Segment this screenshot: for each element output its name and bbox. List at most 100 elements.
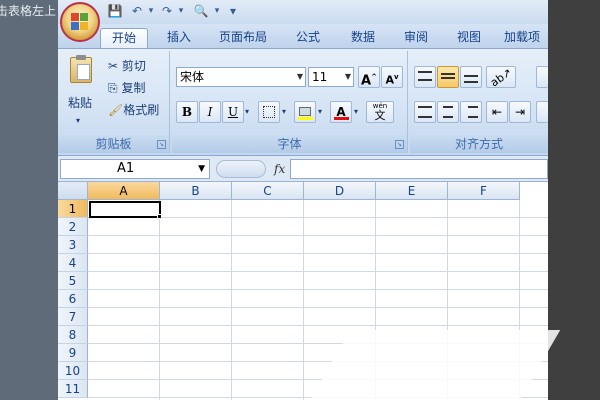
border-icon [263, 106, 275, 118]
gridline-vertical [159, 200, 160, 400]
merge-center-button[interactable] [536, 101, 548, 123]
align-bottom-icon [464, 75, 478, 83]
bold-button[interactable]: B [176, 101, 198, 123]
scissors-icon: ✂ [108, 59, 119, 73]
format-painter-label: 格式刷 [123, 103, 160, 117]
clipboard-group: 粘贴 ▾ ✂ 剪切 ⎘ 复制 🖌格式刷 剪贴板 ↘ [58, 51, 170, 153]
grow-font-button[interactable]: A^ [358, 66, 380, 88]
font-color-swatch [334, 117, 349, 120]
font-size-combo[interactable]: 11 ▼ [308, 67, 354, 87]
font-name-combo[interactable]: 宋体 ▼ [176, 67, 306, 87]
clipboard-group-label: 剪贴板 [58, 135, 169, 153]
align-left-button[interactable] [414, 101, 436, 123]
align-center-icon [443, 106, 453, 118]
align-right-icon [468, 106, 478, 118]
save-icon[interactable]: 💾 [106, 3, 124, 20]
shrink-font-button[interactable]: Av [381, 66, 403, 88]
phonetic-button[interactable]: wén 文 [366, 101, 394, 123]
align-left-icon [418, 106, 432, 118]
ribbon-tabs: 开始 插入 页面布局 公式 数据 审阅 视图 加载项 [58, 24, 548, 48]
tab-7[interactable]: 加载项 [498, 28, 546, 48]
insert-function-icon[interactable]: fx [274, 162, 285, 176]
column-header-b[interactable]: B [160, 182, 232, 200]
increase-indent-button[interactable]: ⇥ [509, 101, 531, 123]
fill-dropdown-icon[interactable]: ▾ [318, 102, 322, 122]
row-header-2[interactable]: 2 [58, 218, 88, 236]
format-painter-button[interactable]: 🖌格式刷 [108, 100, 159, 120]
active-cell-a1[interactable] [89, 201, 161, 218]
tab-5[interactable]: 审阅 [394, 28, 438, 48]
chevron-down-icon: ▼ [296, 72, 303, 81]
row-header-11[interactable]: 11 [58, 380, 88, 398]
tab-2[interactable]: 页面布局 [208, 28, 278, 48]
decrease-indent-button[interactable]: ⇤ [486, 101, 508, 123]
cell-reference: A1 [117, 161, 135, 176]
italic-button[interactable]: I [199, 101, 221, 123]
row-header-10[interactable]: 10 [58, 362, 88, 380]
cut-button[interactable]: ✂ 剪切 [108, 56, 146, 76]
align-bottom-button[interactable] [460, 66, 482, 88]
formula-bar: A1 ▼ fx [58, 156, 548, 182]
tab-6[interactable]: 视图 [446, 28, 492, 48]
tab-3[interactable]: 公式 [284, 28, 332, 48]
row-header-7[interactable]: 7 [58, 308, 88, 326]
row-header-6[interactable]: 6 [58, 290, 88, 308]
fill-handle[interactable] [157, 214, 162, 219]
clipboard-launcher-icon[interactable]: ↘ [157, 140, 166, 149]
align-right-button[interactable] [460, 101, 482, 123]
background-right [548, 0, 600, 400]
row-header-9[interactable]: 9 [58, 344, 88, 362]
wrap-text-button[interactable] [536, 66, 548, 88]
brush-icon: 🖌 [108, 103, 124, 117]
shrink-font-label: A [385, 73, 394, 87]
row-header-1[interactable]: 1 [58, 200, 88, 218]
column-header-d[interactable]: D [304, 182, 376, 200]
customize-qat-icon[interactable]: ▾ [224, 3, 242, 20]
column-header-a[interactable]: A [88, 182, 160, 200]
formula-input[interactable] [290, 159, 548, 179]
column-header-c[interactable]: C [232, 182, 304, 200]
font-size-value: 11 [312, 70, 328, 84]
chevron-down-icon: ▼ [344, 72, 351, 81]
gridline-horizontal [88, 325, 548, 326]
row-header-3[interactable]: 3 [58, 236, 88, 254]
formula-splitter[interactable] [216, 160, 266, 178]
font-color-button[interactable]: A [330, 101, 352, 123]
border-dropdown-icon[interactable]: ▾ [282, 102, 286, 122]
align-center-button[interactable] [437, 101, 459, 123]
office-button[interactable] [60, 2, 100, 42]
orientation-button[interactable]: ab↗ [486, 66, 516, 89]
tab-0[interactable]: 开始 [100, 28, 148, 48]
paste-dropdown-icon[interactable]: ▾ [76, 111, 80, 131]
orientation-icon: ab↗ [487, 65, 514, 90]
tab-4[interactable]: 数据 [338, 28, 388, 48]
gridline-horizontal [88, 307, 548, 308]
watermark-overlay [309, 330, 561, 400]
align-middle-icon [441, 73, 455, 79]
font-name-value: 宋体 [180, 70, 205, 84]
border-button[interactable] [258, 101, 280, 123]
column-header-e[interactable]: E [376, 182, 448, 200]
row-header-4[interactable]: 4 [58, 254, 88, 272]
fill-color-button[interactable] [294, 101, 316, 123]
align-middle-button[interactable] [437, 66, 459, 88]
cut-label: 剪切 [121, 59, 146, 73]
select-all-corner[interactable] [58, 182, 88, 200]
copy-button[interactable]: ⎘ 复制 [108, 78, 145, 98]
tab-1[interactable]: 插入 [156, 28, 202, 48]
row-header-8[interactable]: 8 [58, 326, 88, 344]
redo-dropdown-icon[interactable]: ▾ [172, 3, 190, 20]
font-launcher-icon[interactable]: ↘ [395, 140, 404, 149]
paste-button[interactable]: 粘贴 [68, 93, 92, 113]
font-color-dropdown-icon[interactable]: ▾ [354, 102, 358, 122]
alignment-group-label: 对齐方式 [410, 135, 548, 153]
underline-dropdown-icon[interactable]: ▾ [245, 102, 249, 122]
row-header-5[interactable]: 5 [58, 272, 88, 290]
align-top-button[interactable] [414, 66, 436, 88]
column-header-f[interactable]: F [448, 182, 520, 200]
gridline-horizontal [88, 271, 548, 272]
quick-access-toolbar: 💾 ↶ ▾ ↷ ▾ 🔍 ▾ ▾ [58, 0, 548, 24]
gridline-vertical [303, 200, 304, 400]
name-box[interactable]: A1 ▼ [60, 159, 210, 179]
underline-button[interactable]: U [222, 101, 244, 123]
